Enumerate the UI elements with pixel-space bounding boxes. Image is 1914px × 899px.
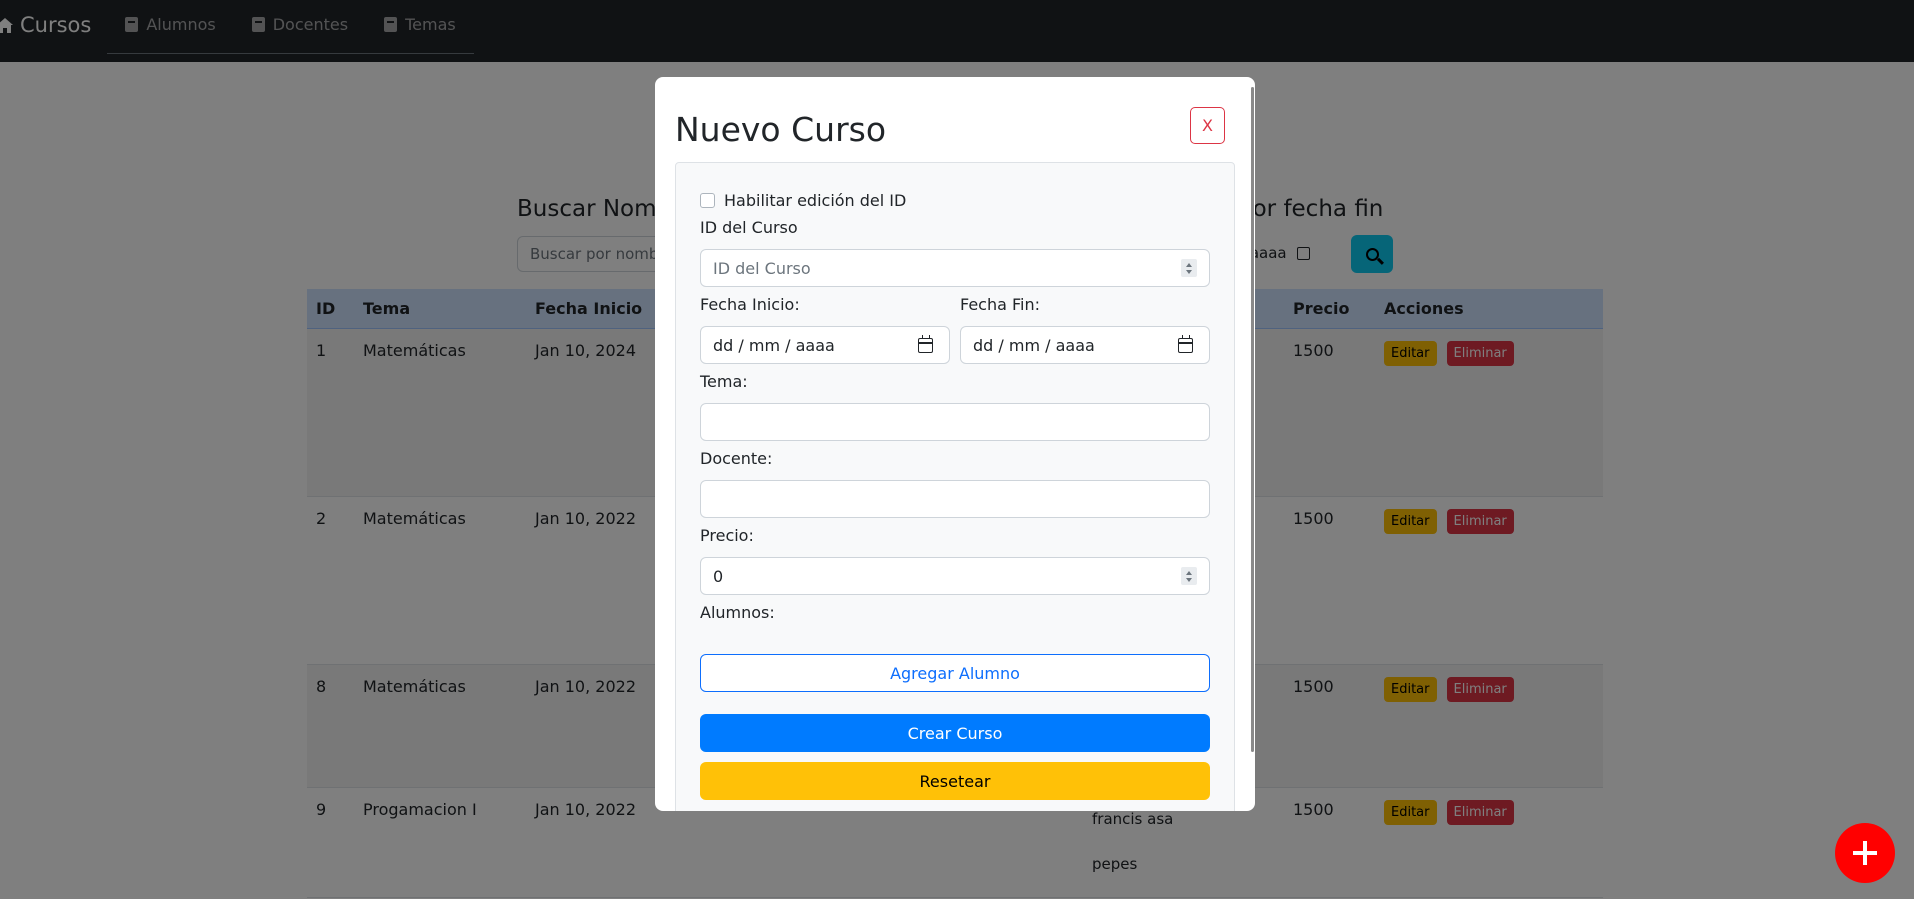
habilitar-id-checkbox[interactable] (700, 193, 715, 208)
docente-label: Docente: (700, 449, 773, 468)
id-input[interactable]: ID del Curso (700, 249, 1210, 287)
close-button[interactable]: X (1190, 107, 1225, 144)
tema-input[interactable] (700, 403, 1210, 441)
fecha-fin-placeholder: dd / mm / aaaa (973, 335, 1095, 355)
docente-input[interactable] (700, 480, 1210, 518)
new-course-modal: Nuevo Curso X Habilitar edición del ID I… (655, 77, 1255, 811)
fecha-fin-input[interactable]: dd / mm / aaaa (960, 326, 1210, 364)
spinner-icon[interactable] (1181, 259, 1197, 277)
precio-value: 0 (713, 566, 724, 586)
course-form: Habilitar edición del ID ID del Curso ID… (675, 162, 1235, 811)
precio-input[interactable]: 0 (700, 557, 1210, 595)
agregar-alumno-button[interactable]: Agregar Alumno (700, 654, 1210, 692)
fecha-inicio-input[interactable]: dd / mm / aaaa (700, 326, 950, 364)
id-label: ID del Curso (700, 218, 798, 237)
calendar-icon[interactable] (1178, 335, 1193, 353)
habilitar-id-label: Habilitar edición del ID (724, 191, 907, 210)
alumnos-label: Alumnos: (700, 603, 775, 622)
tema-label: Tema: (700, 372, 748, 391)
modal-scrollbar[interactable] (1251, 87, 1254, 752)
modal-title: Nuevo Curso (675, 110, 887, 149)
resetear-button[interactable]: Resetear (700, 762, 1210, 800)
crear-curso-button[interactable]: Crear Curso (700, 714, 1210, 752)
add-course-fab[interactable] (1835, 823, 1895, 883)
calendar-icon[interactable] (918, 335, 933, 353)
fecha-fin-label: Fecha Fin: (960, 295, 1041, 314)
spinner-icon[interactable] (1181, 567, 1197, 585)
precio-label: Precio: (700, 526, 754, 545)
fecha-inicio-placeholder: dd / mm / aaaa (713, 335, 835, 355)
id-placeholder: ID del Curso (713, 258, 811, 278)
fecha-inicio-label: Fecha Inicio: (700, 295, 800, 314)
